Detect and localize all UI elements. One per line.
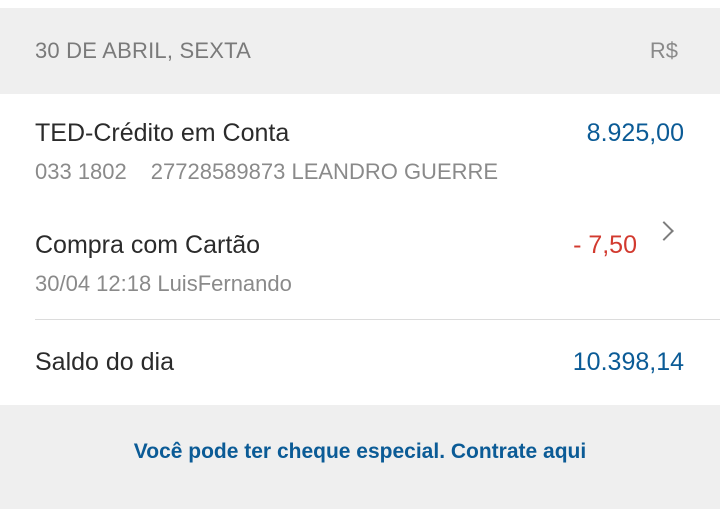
transaction-details: 30/04 12:18 LuisFernando [35, 271, 292, 296]
overdraft-offer-link[interactable]: Você pode ter cheque especial. Contrate … [0, 440, 720, 464]
top-spacer [0, 0, 720, 8]
divider [35, 319, 720, 320]
transaction-amount: 8.925,00 [586, 119, 684, 147]
transaction-amount: - 7,50 [573, 231, 637, 259]
transaction-list: TED-Crédito em Conta 033 1802 27728589873… [0, 94, 720, 405]
chevron-right-icon[interactable] [654, 221, 674, 241]
balance-value: 10.398,14 [572, 348, 684, 376]
transaction-detail-agency: 033 1802 [35, 159, 127, 184]
transaction-title: Compra com Cartão [35, 231, 261, 259]
transaction-details: 033 1802 27728589873 LEANDRO GUERRE [35, 159, 498, 185]
date-header: 30 DE ABRIL, SEXTA R$ [0, 8, 720, 94]
date-label: 30 DE ABRIL, SEXTA [35, 38, 251, 63]
balance-label: Saldo do dia [35, 348, 175, 376]
transaction-detail-origin: 27728589873 LEANDRO GUERRE [150, 159, 499, 184]
transaction-row-card-purchase[interactable]: Compra com Cartão 30/04 12:18 LuisFernan… [0, 206, 720, 306]
transaction-row-ted-credit: TED-Crédito em Conta 033 1802 27728589873… [0, 94, 720, 194]
transaction-title: TED-Crédito em Conta [35, 119, 290, 147]
currency-label: R$ [649, 38, 678, 63]
footer-band: Você pode ter cheque especial. Contrate … [0, 405, 720, 509]
